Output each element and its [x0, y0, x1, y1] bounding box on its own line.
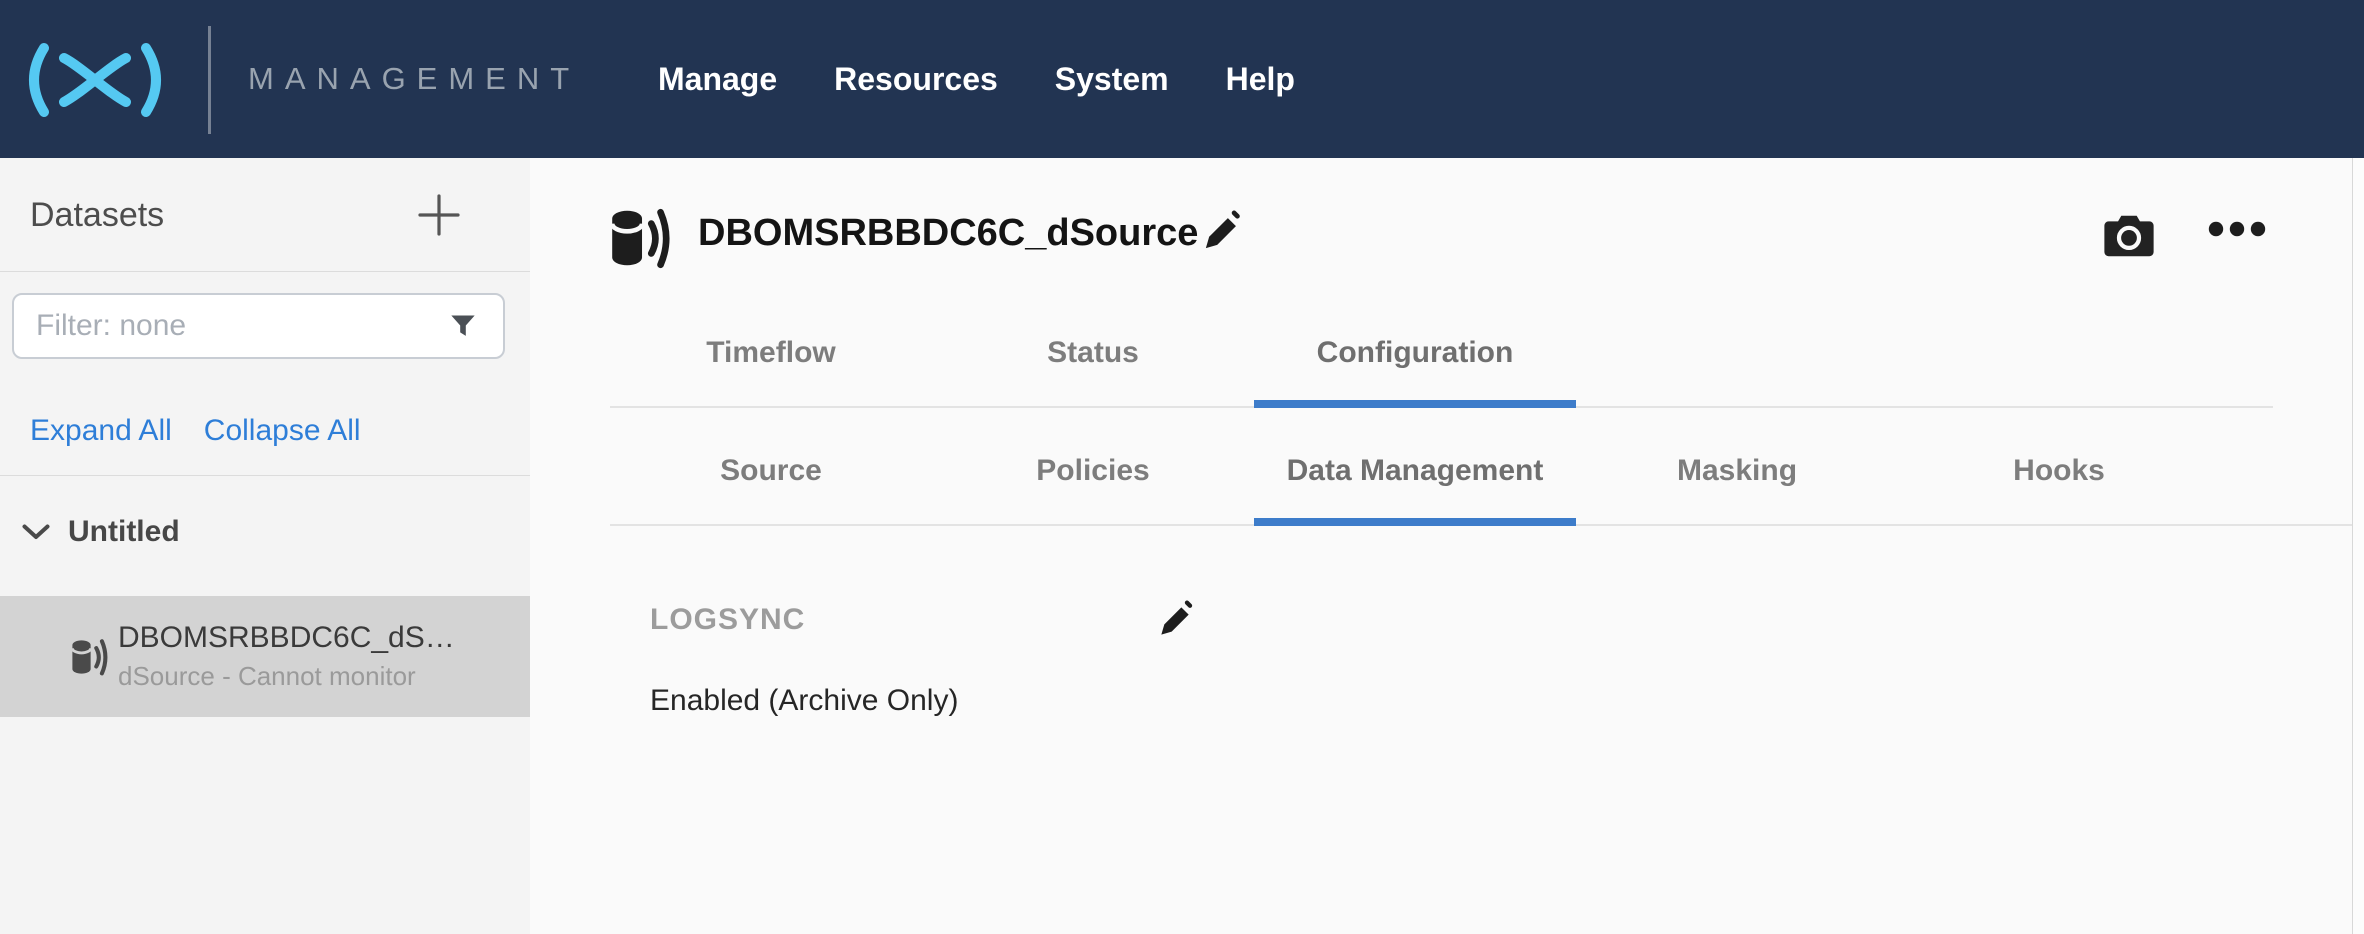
subtab-data-management[interactable]: Data Management: [1254, 418, 1576, 524]
tab-configuration[interactable]: Configuration: [1254, 300, 1576, 406]
subtab-hooks[interactable]: Hooks: [1898, 418, 2220, 524]
nav-item-help[interactable]: Help: [1226, 61, 1295, 98]
dataset-item-title: DBOMSRBBDC6C_dS…: [118, 621, 455, 655]
configuration-subtabs: Source Policies Data Management Masking …: [610, 418, 2352, 526]
filter-field: [12, 293, 505, 359]
nav-item-resources[interactable]: Resources: [834, 61, 998, 98]
nav-item-system[interactable]: System: [1055, 61, 1169, 98]
dsource-icon: [70, 635, 110, 679]
tree-controls: Expand All Collapse All: [30, 414, 361, 448]
dataset-item-text: DBOMSRBBDC6C_dS… dSource - Cannot monito…: [118, 621, 455, 692]
top-navbar: MANAGEMENT Manage Resources System Help: [0, 0, 2364, 158]
subtab-masking[interactable]: Masking: [1576, 418, 1898, 524]
page-title: DBOMSRBBDC6C_dSource: [698, 212, 1198, 255]
scrollbar-track[interactable]: [2352, 158, 2364, 934]
group-label: Untitled: [68, 515, 180, 549]
tab-timeflow[interactable]: Timeflow: [610, 300, 932, 406]
logsync-value: Enabled (Archive Only): [650, 684, 958, 718]
edit-logsync-pencil-icon[interactable]: [1156, 600, 1196, 640]
app-brand: MANAGEMENT: [248, 0, 580, 158]
main-panel: DBOMSRBBDC6C_dSource Timeflow Status Con…: [530, 158, 2352, 934]
nav-divider: [208, 26, 211, 134]
dataset-group-untitled[interactable]: Untitled: [0, 502, 530, 562]
tab-status[interactable]: Status: [932, 300, 1254, 406]
subtab-policies[interactable]: Policies: [932, 418, 1254, 524]
delphix-logo-icon[interactable]: [20, 40, 170, 120]
dataset-list-item-selected[interactable]: DBOMSRBBDC6C_dS… dSource - Cannot monito…: [0, 596, 530, 717]
nav-item-manage[interactable]: Manage: [658, 61, 777, 98]
dsource-icon: [608, 202, 674, 274]
logsync-field: LOGSYNC: [650, 600, 1196, 640]
nav-menu: Manage Resources System Help: [658, 0, 1295, 158]
ellipsis-menu-icon[interactable]: [2208, 220, 2266, 238]
funnel-icon[interactable]: [449, 312, 477, 340]
sidebar-header: Datasets: [0, 158, 530, 272]
dataset-item-status: dSource - Cannot monitor: [118, 661, 455, 692]
edit-title-pencil-icon[interactable]: [1200, 210, 1244, 254]
add-dataset-button[interactable]: [416, 192, 462, 238]
datasets-sidebar: Datasets Expand All Collapse All Untitle…: [0, 158, 530, 934]
sidebar-title: Datasets: [30, 158, 164, 272]
subtab-source[interactable]: Source: [610, 418, 932, 524]
sidebar-divider: [0, 475, 530, 476]
filter-input[interactable]: [12, 293, 505, 359]
chevron-down-icon[interactable]: [22, 524, 50, 540]
snapshot-camera-icon[interactable]: [2104, 214, 2154, 258]
logsync-label: LOGSYNC: [650, 603, 1156, 637]
primary-tabs: Timeflow Status Configuration: [610, 300, 2273, 408]
collapse-all-link[interactable]: Collapse All: [204, 414, 361, 448]
expand-all-link[interactable]: Expand All: [30, 414, 172, 448]
